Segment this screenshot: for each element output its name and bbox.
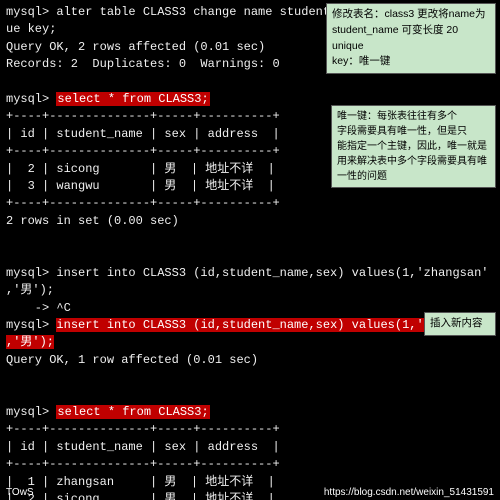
ok-1: Query OK, 2 rows affected (0.01 sec) [6, 40, 265, 54]
url-bar: https://blog.csdn.net/weixin_51431591 [324, 487, 494, 498]
insert-highlight-2: ,'男'); [6, 334, 494, 351]
table2-header: | id | student_name | sex | address | [6, 439, 494, 456]
blank-2 [6, 230, 494, 247]
insert-cmd-cont: ,'男'); [6, 335, 54, 349]
rows-count-1: 2 rows in set (0.00 sec) [6, 213, 494, 230]
insert-ok: Query OK, 1 row affected (0.01 sec) [6, 352, 494, 369]
annotation-3: 插入新内容 [424, 312, 496, 336]
table2-sep-2: +----+--------------+-----+----------+ [6, 456, 494, 473]
line-blank-1 [6, 74, 494, 91]
annotation-1: 修改表名：class3 更改将name为student_name 可变长度 20… [326, 3, 496, 74]
select-2: mysql> select * from CLASS3; [6, 404, 494, 421]
cmd-select-1: select * from CLASS3; [56, 92, 209, 106]
ok-2: Records: 2 Duplicates: 0 Warnings: 0 [6, 57, 280, 71]
cmd-select-2: select * from CLASS3; [56, 405, 209, 419]
table-sep-3: +----+--------------+-----+----------+ [6, 195, 494, 212]
table2-sep-1: +----+--------------+-----+----------+ [6, 421, 494, 438]
terminal: mysql> alter table CLASS3 change name st… [0, 0, 500, 500]
prompt-6a: mysql> [6, 92, 56, 106]
insert-line-3: -> ^C [6, 300, 494, 317]
prompt-2: ue key; [6, 22, 56, 36]
blank-4 [6, 369, 494, 386]
insert-line-1: mysql> insert into CLASS3 (id,student_na… [6, 265, 494, 282]
tows-label: TOwS [6, 487, 34, 498]
annotation-2: 唯一键：每张表往往有多个字段需要具有唯一性，但是只能指定一个主键，因此，唯一就是… [331, 105, 496, 188]
blank-5 [6, 387, 494, 404]
blank-3 [6, 247, 494, 264]
insert-highlight-1: mysql> insert into CLASS3 (id,student_na… [6, 317, 494, 334]
insert-line-2: ,'男'); [6, 282, 494, 299]
